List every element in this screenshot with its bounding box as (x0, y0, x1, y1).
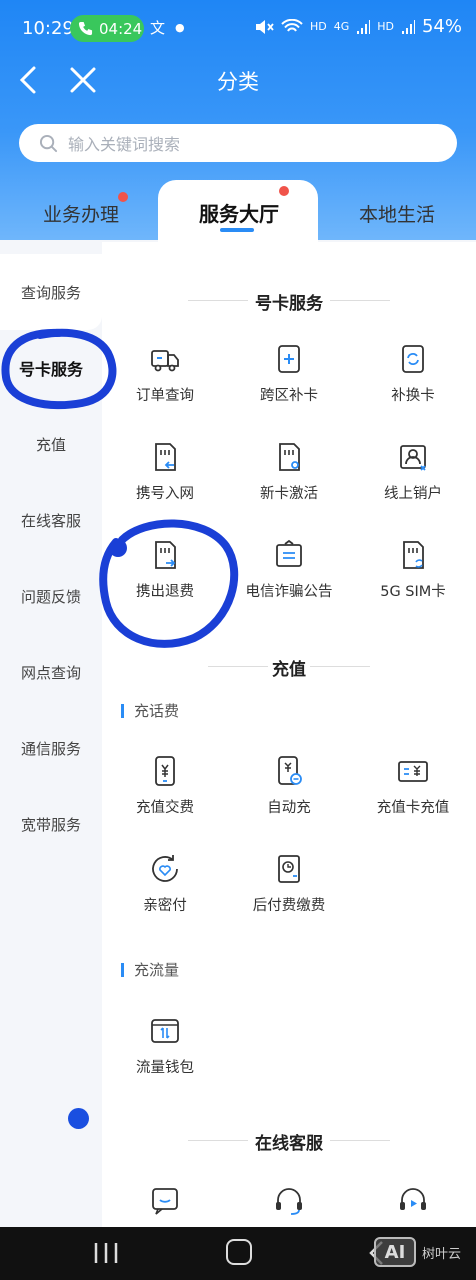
watermark-text: 树叶云 (422, 1246, 462, 1262)
add-card-icon (278, 345, 300, 373)
grid-label: 5G SIM卡 (380, 584, 446, 600)
network-hd-1: HD (309, 20, 327, 33)
home-icon[interactable] (226, 1239, 252, 1265)
grid-item-activate-card[interactable]: 新卡激活 (227, 440, 351, 520)
grid-label: 线上销户 (384, 486, 442, 502)
network-hd-2: HD (377, 20, 394, 33)
battery-level: 54% (421, 16, 462, 37)
search-input[interactable]: 输入关键词搜索 (19, 124, 457, 162)
grid-item-port-out-refund[interactable]: 携出退费 (103, 538, 227, 618)
grid-item-pay-recharge[interactable]: 充值交费 (103, 754, 227, 834)
tab-business[interactable]: 业务办理 (43, 200, 119, 227)
postpaid-bill-icon (278, 855, 300, 883)
grid-label: 携出退费 (136, 584, 194, 600)
call-indicator[interactable]: 04:24 (70, 15, 144, 42)
call-timer: 04:24 (99, 19, 143, 38)
grid-item-cross-region-card[interactable]: 跨区补卡 (227, 342, 351, 422)
mute-icon (255, 19, 274, 34)
sidebar-item-number-card[interactable]: 号卡服务 (0, 330, 102, 406)
grid-item-card-recharge[interactable]: 充值卡充值 (351, 754, 475, 834)
auto-pay-icon (278, 756, 302, 785)
search-icon (39, 134, 58, 152)
watermark-logo: AI (374, 1237, 416, 1267)
grid-item-replace-card[interactable]: 补换卡 (351, 342, 475, 422)
network-4g: 4G (333, 20, 350, 33)
grid-item-postpaid[interactable]: 后付费缴费 (227, 852, 351, 932)
grid-item-family-pay[interactable]: 亲密付 (103, 852, 227, 932)
wifi-icon (281, 18, 303, 32)
grid-label: 亲密付 (143, 898, 187, 914)
sim-in-icon (155, 443, 176, 471)
tab-service-hall-badge (279, 186, 289, 196)
grid-item-fraud-notice[interactable]: 电信诈骗公告 (227, 538, 351, 618)
tab-underline (220, 228, 254, 232)
grid-item-chat[interactable] (103, 1184, 227, 1227)
grid-item-5g-sim[interactable]: 5G SIM卡 (351, 538, 475, 618)
sidebar-item-query[interactable]: 查询服务 (0, 254, 102, 330)
recharge-card-icon (398, 761, 428, 782)
status-time: 10:29 (22, 18, 74, 39)
sidebar-item-outlets[interactable]: 网点查询 (0, 634, 102, 710)
grid-item-data-wallet[interactable]: 流量钱包 (103, 1014, 227, 1094)
user-cancel-icon (400, 445, 426, 471)
grid-item-auto-recharge[interactable]: 自动充 (227, 754, 351, 834)
signal-icon-1 (357, 19, 371, 34)
page-title: 分类 (217, 70, 259, 94)
tab-local-life[interactable]: 本地生活 (359, 200, 435, 227)
sim-5g-icon (403, 541, 424, 569)
translate-icon: 文 (150, 19, 166, 37)
grid-label: 流量钱包 (136, 1060, 194, 1076)
grid-label: 携号入网 (136, 486, 194, 502)
grid-label: 补换卡 (391, 388, 435, 404)
sidebar: 查询服务 号卡服务 充值 在线客服 问题反馈 网点查询 通信服务 宽带服务 (0, 242, 102, 1227)
navigation-bar: 分类 (0, 56, 476, 106)
dot-icon: ● (175, 21, 185, 34)
grid-item-headset[interactable] (227, 1184, 351, 1227)
phone-yuan-icon (155, 756, 175, 786)
grid-label: 充值卡充值 (376, 800, 450, 816)
tab-service-hall[interactable]: 服务大厅 (199, 198, 279, 227)
phone-icon (78, 21, 93, 36)
grid-label: 电信诈骗公告 (245, 584, 333, 600)
sim-activate-icon (279, 443, 300, 471)
sidebar-item-feedback[interactable]: 问题反馈 (0, 558, 102, 634)
subsection-title-data: 充流量 (121, 963, 179, 978)
grid-item-port-in[interactable]: 携号入网 (103, 440, 227, 520)
section-title-recharge: 充值 (272, 660, 306, 680)
notice-board-icon (276, 539, 302, 567)
grid-label: 自动充 (267, 800, 311, 816)
grid-label: 后付费缴费 (252, 898, 326, 914)
wallet-icon (151, 1019, 179, 1043)
top-tabs: 业务办理 服务大厅 本地生活 (0, 180, 476, 242)
swap-card-icon (402, 345, 424, 373)
sidebar-item-broadband[interactable]: 宽带服务 (0, 786, 102, 862)
watermark: AI 树叶云 (374, 1230, 474, 1274)
subsection-title-phone-fee: 充话费 (121, 704, 179, 719)
floating-dot[interactable] (68, 1108, 89, 1129)
grid-item-cancel-account[interactable]: 线上销户 (351, 440, 475, 520)
headset-icon (276, 1188, 302, 1215)
content-panel: 号卡服务 订单查询 跨区补卡 补换卡 携号入网 新卡激活 线上销户 携出退费 电… (102, 242, 476, 1227)
sidebar-item-online-service[interactable]: 在线客服 (0, 482, 102, 558)
status-bar: 10:29 04:24 文 ● HD 4G HD 54% (0, 0, 476, 56)
search-placeholder: 输入关键词搜索 (68, 135, 181, 154)
grid-label: 跨区补卡 (260, 388, 318, 404)
grid-label: 订单查询 (136, 388, 194, 404)
grid-label: 充值交费 (136, 800, 194, 816)
section-title-online-service: 在线客服 (255, 1134, 323, 1154)
sidebar-item-recharge[interactable]: 充值 (0, 406, 102, 482)
grid-item-video-service[interactable] (351, 1184, 475, 1227)
recent-apps-icon[interactable] (92, 1241, 120, 1265)
truck-icon (151, 350, 179, 372)
chat-icon (152, 1188, 178, 1215)
sidebar-item-communication[interactable]: 通信服务 (0, 710, 102, 786)
signal-icon-2 (401, 19, 415, 34)
grid-label: 新卡激活 (260, 486, 318, 502)
video-headset-icon (400, 1188, 426, 1210)
tab-business-badge (118, 192, 128, 202)
section-title-number-card: 号卡服务 (255, 294, 323, 314)
heart-cycle-icon (152, 855, 178, 882)
grid-item-order-query[interactable]: 订单查询 (103, 342, 227, 422)
sim-out-icon (155, 541, 176, 569)
